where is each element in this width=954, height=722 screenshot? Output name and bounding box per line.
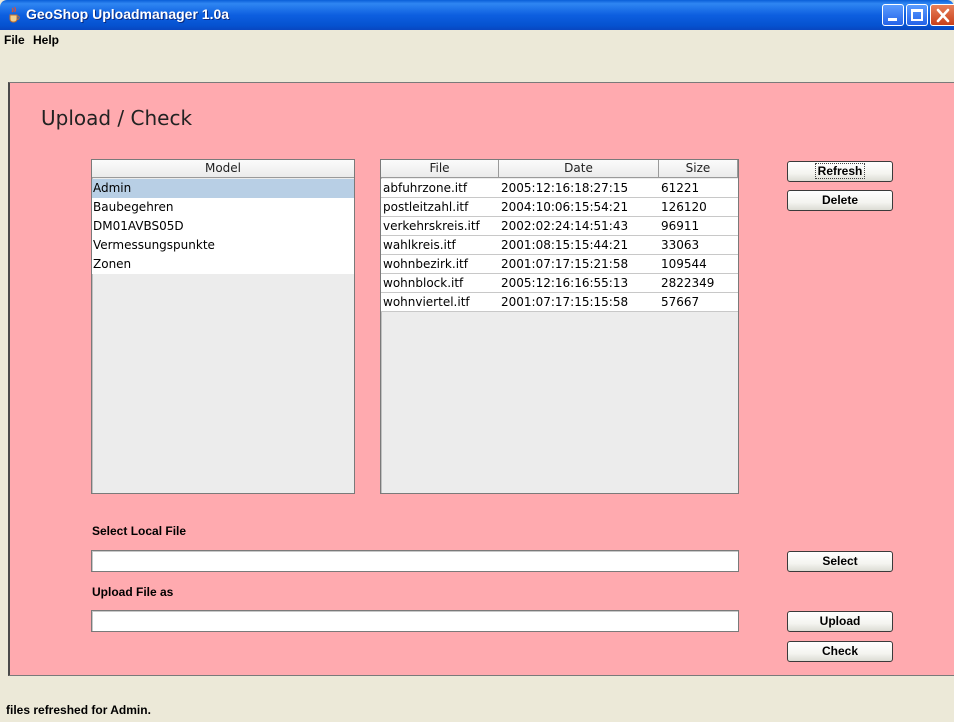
model-list-header[interactable]: Model [92, 160, 354, 178]
list-item-admin[interactable]: Admin [92, 179, 354, 198]
menu-help[interactable]: Help [33, 33, 59, 47]
panel-top-spacer [0, 52, 954, 82]
column-header-file[interactable]: File [381, 160, 499, 178]
table-row[interactable]: wahlkreis.itf 2001:08:15:15:44:21 33063 [381, 236, 738, 255]
column-header-size[interactable]: Size [659, 160, 738, 178]
list-item-zonen[interactable]: Zonen [92, 255, 354, 274]
upload-button[interactable]: Upload [787, 611, 893, 632]
column-header-date[interactable]: Date [499, 160, 659, 178]
cell-file: abfuhrzone.itf [383, 181, 468, 195]
list-item-vermessungspunkte[interactable]: Vermessungspunkte [92, 236, 354, 255]
check-button[interactable]: Check [787, 641, 893, 662]
close-button[interactable] [930, 4, 954, 26]
status-text: files refreshed for Admin. [6, 703, 151, 717]
cell-file: verkehrskreis.itf [383, 219, 480, 233]
cell-file: wohnbezirk.itf [383, 257, 468, 271]
menu-bar: File Help [0, 30, 954, 52]
minimize-icon [888, 18, 897, 21]
upload-file-as-input[interactable] [91, 610, 739, 632]
cell-file: wahlkreis.itf [383, 238, 456, 252]
model-list[interactable]: Model Admin Baubegehren DM01AVBS05D Verm… [91, 159, 355, 494]
refresh-button[interactable]: Refresh [787, 161, 893, 182]
cell-date: 2001:08:15:15:44:21 [501, 238, 629, 252]
table-row[interactable]: wohnblock.itf 2005:12:16:16:55:13 2822349 [381, 274, 738, 293]
minimize-button[interactable] [882, 4, 904, 26]
cell-size: 109544 [661, 257, 707, 271]
cell-file: wohnblock.itf [383, 276, 464, 290]
cell-size: 96911 [661, 219, 700, 233]
cell-size: 126120 [661, 200, 707, 214]
delete-button[interactable]: Delete [787, 190, 893, 211]
table-row[interactable]: postleitzahl.itf 2004:10:06:15:54:21 12612… [381, 198, 738, 217]
table-row[interactable]: verkehrskreis.itf 2002:02:24:14:51:43 9691… [381, 217, 738, 236]
local-file-input[interactable] [91, 550, 739, 572]
cell-size: 57667 [661, 295, 700, 309]
close-icon [936, 8, 950, 23]
cell-size: 2822349 [661, 276, 715, 290]
file-table[interactable]: File Date Size abfuhrzone.itf 2005:12:16:… [380, 159, 739, 494]
list-item-baubegehren[interactable]: Baubegehren [92, 198, 354, 217]
cell-file: postleitzahl.itf [383, 200, 469, 214]
cell-date: 2005:12:16:18:27:15 [501, 181, 629, 195]
cell-size: 33063 [661, 238, 700, 252]
table-row[interactable]: abfuhrzone.itf 2005:12:16:18:27:15 61221 [381, 179, 738, 198]
cell-date: 2005:12:16:16:55:13 [501, 276, 629, 290]
upload-file-as-label: Upload File as [92, 585, 174, 599]
cell-file: wohnviertel.itf [383, 295, 470, 309]
window-title: GeoShop Uploadmanager 1.0a [26, 6, 230, 22]
refresh-button-label: Refresh [814, 163, 866, 179]
cell-date: 2001:07:17:15:15:58 [501, 295, 629, 309]
select-local-file-label: Select Local File [92, 524, 187, 538]
page-title: Upload / Check [41, 106, 193, 130]
menu-file[interactable]: File [4, 33, 25, 47]
title-bar[interactable]: GeoShop Uploadmanager 1.0a [0, 0, 954, 30]
cell-date: 2004:10:06:15:54:21 [501, 200, 629, 214]
cell-date: 2001:07:17:15:21:58 [501, 257, 629, 271]
maximize-button[interactable] [906, 4, 928, 26]
select-button[interactable]: Select [787, 551, 893, 572]
cell-date: 2002:02:24:14:51:43 [501, 219, 629, 233]
list-item-dm01avbs05d[interactable]: DM01AVBS05D [92, 217, 354, 236]
maximize-icon [911, 9, 923, 21]
table-row[interactable]: wohnbezirk.itf 2001:07:17:15:21:58 109544 [381, 255, 738, 274]
table-row[interactable]: wohnviertel.itf 2001:07:17:15:15:58 57667 [381, 293, 738, 312]
java-cup-icon [9, 6, 20, 23]
cell-size: 61221 [661, 181, 700, 195]
